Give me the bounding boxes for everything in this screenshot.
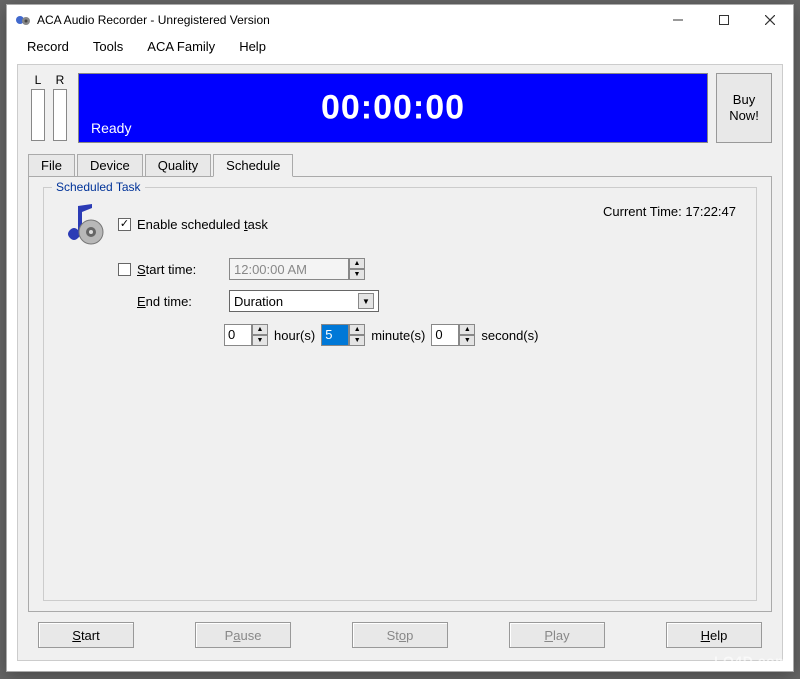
- recording-display: Ready 00:00:00: [78, 73, 708, 143]
- play-button[interactable]: Play: [509, 622, 605, 648]
- start-time-row: Start time: 12:00:00 AM ▲ ▼: [118, 258, 742, 280]
- meter-left-bar: [31, 89, 45, 141]
- menu-aca-family[interactable]: ACA Family: [135, 37, 227, 56]
- start-time-checkbox[interactable]: [118, 263, 131, 276]
- menubar: Record Tools ACA Family Help: [7, 35, 793, 60]
- hours-spinner[interactable]: 0 ▲▼: [224, 324, 268, 346]
- start-button[interactable]: Start: [38, 622, 134, 648]
- close-button[interactable]: [747, 5, 793, 35]
- action-button-row: Start Pause Stop Play Help: [38, 622, 762, 648]
- end-time-row: End time: Duration ▼: [118, 290, 742, 312]
- enable-checkbox[interactable]: ✓: [118, 218, 131, 231]
- tab-quality[interactable]: Quality: [145, 154, 211, 177]
- meter-left-label: L: [35, 73, 42, 89]
- help-button[interactable]: Help: [666, 622, 762, 648]
- start-time-label: Start time:: [137, 262, 217, 277]
- minutes-spinner[interactable]: 5 ▲▼: [321, 324, 365, 346]
- meter-right-bar: [53, 89, 67, 141]
- current-time-value: 17:22:47: [685, 204, 736, 219]
- tab-file[interactable]: File: [28, 154, 75, 177]
- group-legend: Scheduled Task: [52, 180, 145, 194]
- status-row: L R Ready 00:00:00 Buy Now!: [28, 73, 772, 143]
- meter-right-label: R: [56, 73, 65, 89]
- seconds-value[interactable]: 0: [431, 324, 459, 346]
- menu-record[interactable]: Record: [15, 37, 81, 56]
- titlebar: ACA Audio Recorder - Unregistered Versio…: [7, 5, 793, 35]
- window-controls: [655, 5, 793, 35]
- hours-value[interactable]: 0: [224, 324, 252, 346]
- spin-down-icon[interactable]: ▼: [459, 335, 475, 346]
- start-time-value: 12:00:00 AM: [229, 258, 349, 280]
- buy-now-label: Buy Now!: [717, 92, 771, 123]
- seconds-label: second(s): [481, 328, 538, 343]
- watermark: LO4D.com: [714, 653, 788, 669]
- minutes-label: minute(s): [371, 328, 425, 343]
- enable-label: Enable scheduled task: [137, 217, 268, 232]
- end-time-label: End time:: [137, 294, 217, 309]
- spin-down-icon[interactable]: ▼: [349, 335, 365, 346]
- duration-row: 0 ▲▼ hour(s) 5 ▲▼ minute(s) 0 ▲▼: [224, 324, 742, 346]
- chevron-down-icon: ▼: [358, 293, 374, 309]
- spin-up-icon[interactable]: ▲: [349, 258, 365, 269]
- timer-text: 00:00:00: [321, 89, 465, 128]
- end-time-combo[interactable]: Duration ▼: [229, 290, 379, 312]
- schedule-icon: [58, 200, 106, 248]
- window-title: ACA Audio Recorder - Unregistered Versio…: [37, 13, 655, 27]
- minutes-value[interactable]: 5: [321, 324, 349, 346]
- end-time-value: Duration: [234, 294, 283, 309]
- stop-button[interactable]: Stop: [352, 622, 448, 648]
- current-time: Current Time: 17:22:47: [603, 204, 736, 219]
- tabs-container: File Device Quality Schedule Scheduled T…: [28, 153, 772, 612]
- content-panel: L R Ready 00:00:00 Buy Now! File Device: [17, 64, 783, 661]
- close-icon: [765, 15, 775, 25]
- tab-device[interactable]: Device: [77, 154, 143, 177]
- tab-schedule[interactable]: Schedule: [213, 154, 293, 177]
- scheduled-task-group: Scheduled Task Current Time: 17:22:47: [43, 187, 757, 601]
- minimize-button[interactable]: [655, 5, 701, 35]
- menu-help[interactable]: Help: [227, 37, 278, 56]
- seconds-spinner[interactable]: 0 ▲▼: [431, 324, 475, 346]
- spin-up-icon[interactable]: ▲: [252, 324, 268, 335]
- tab-body-schedule: Scheduled Task Current Time: 17:22:47: [28, 176, 772, 612]
- menu-tools[interactable]: Tools: [81, 37, 135, 56]
- pause-button[interactable]: Pause: [195, 622, 291, 648]
- meter-right: R: [50, 73, 70, 141]
- level-meters: L R: [28, 73, 70, 143]
- maximize-button[interactable]: [701, 5, 747, 35]
- app-window: ACA Audio Recorder - Unregistered Versio…: [6, 4, 794, 672]
- maximize-icon: [719, 15, 729, 25]
- spin-down-icon[interactable]: ▼: [349, 269, 365, 280]
- minimize-icon: [673, 15, 683, 25]
- status-text: Ready: [91, 120, 131, 136]
- app-icon: [15, 12, 31, 28]
- spin-up-icon[interactable]: ▲: [349, 324, 365, 335]
- tab-strip: File Device Quality Schedule: [28, 154, 772, 177]
- meter-left: L: [28, 73, 48, 141]
- start-time-spin-buttons[interactable]: ▲ ▼: [349, 258, 365, 280]
- spin-up-icon[interactable]: ▲: [459, 324, 475, 335]
- buy-now-button[interactable]: Buy Now!: [716, 73, 772, 143]
- current-time-label: Current Time:: [603, 204, 682, 219]
- spin-down-icon[interactable]: ▼: [252, 335, 268, 346]
- start-time-spinner[interactable]: 12:00:00 AM ▲ ▼: [229, 258, 365, 280]
- hours-label: hour(s): [274, 328, 315, 343]
